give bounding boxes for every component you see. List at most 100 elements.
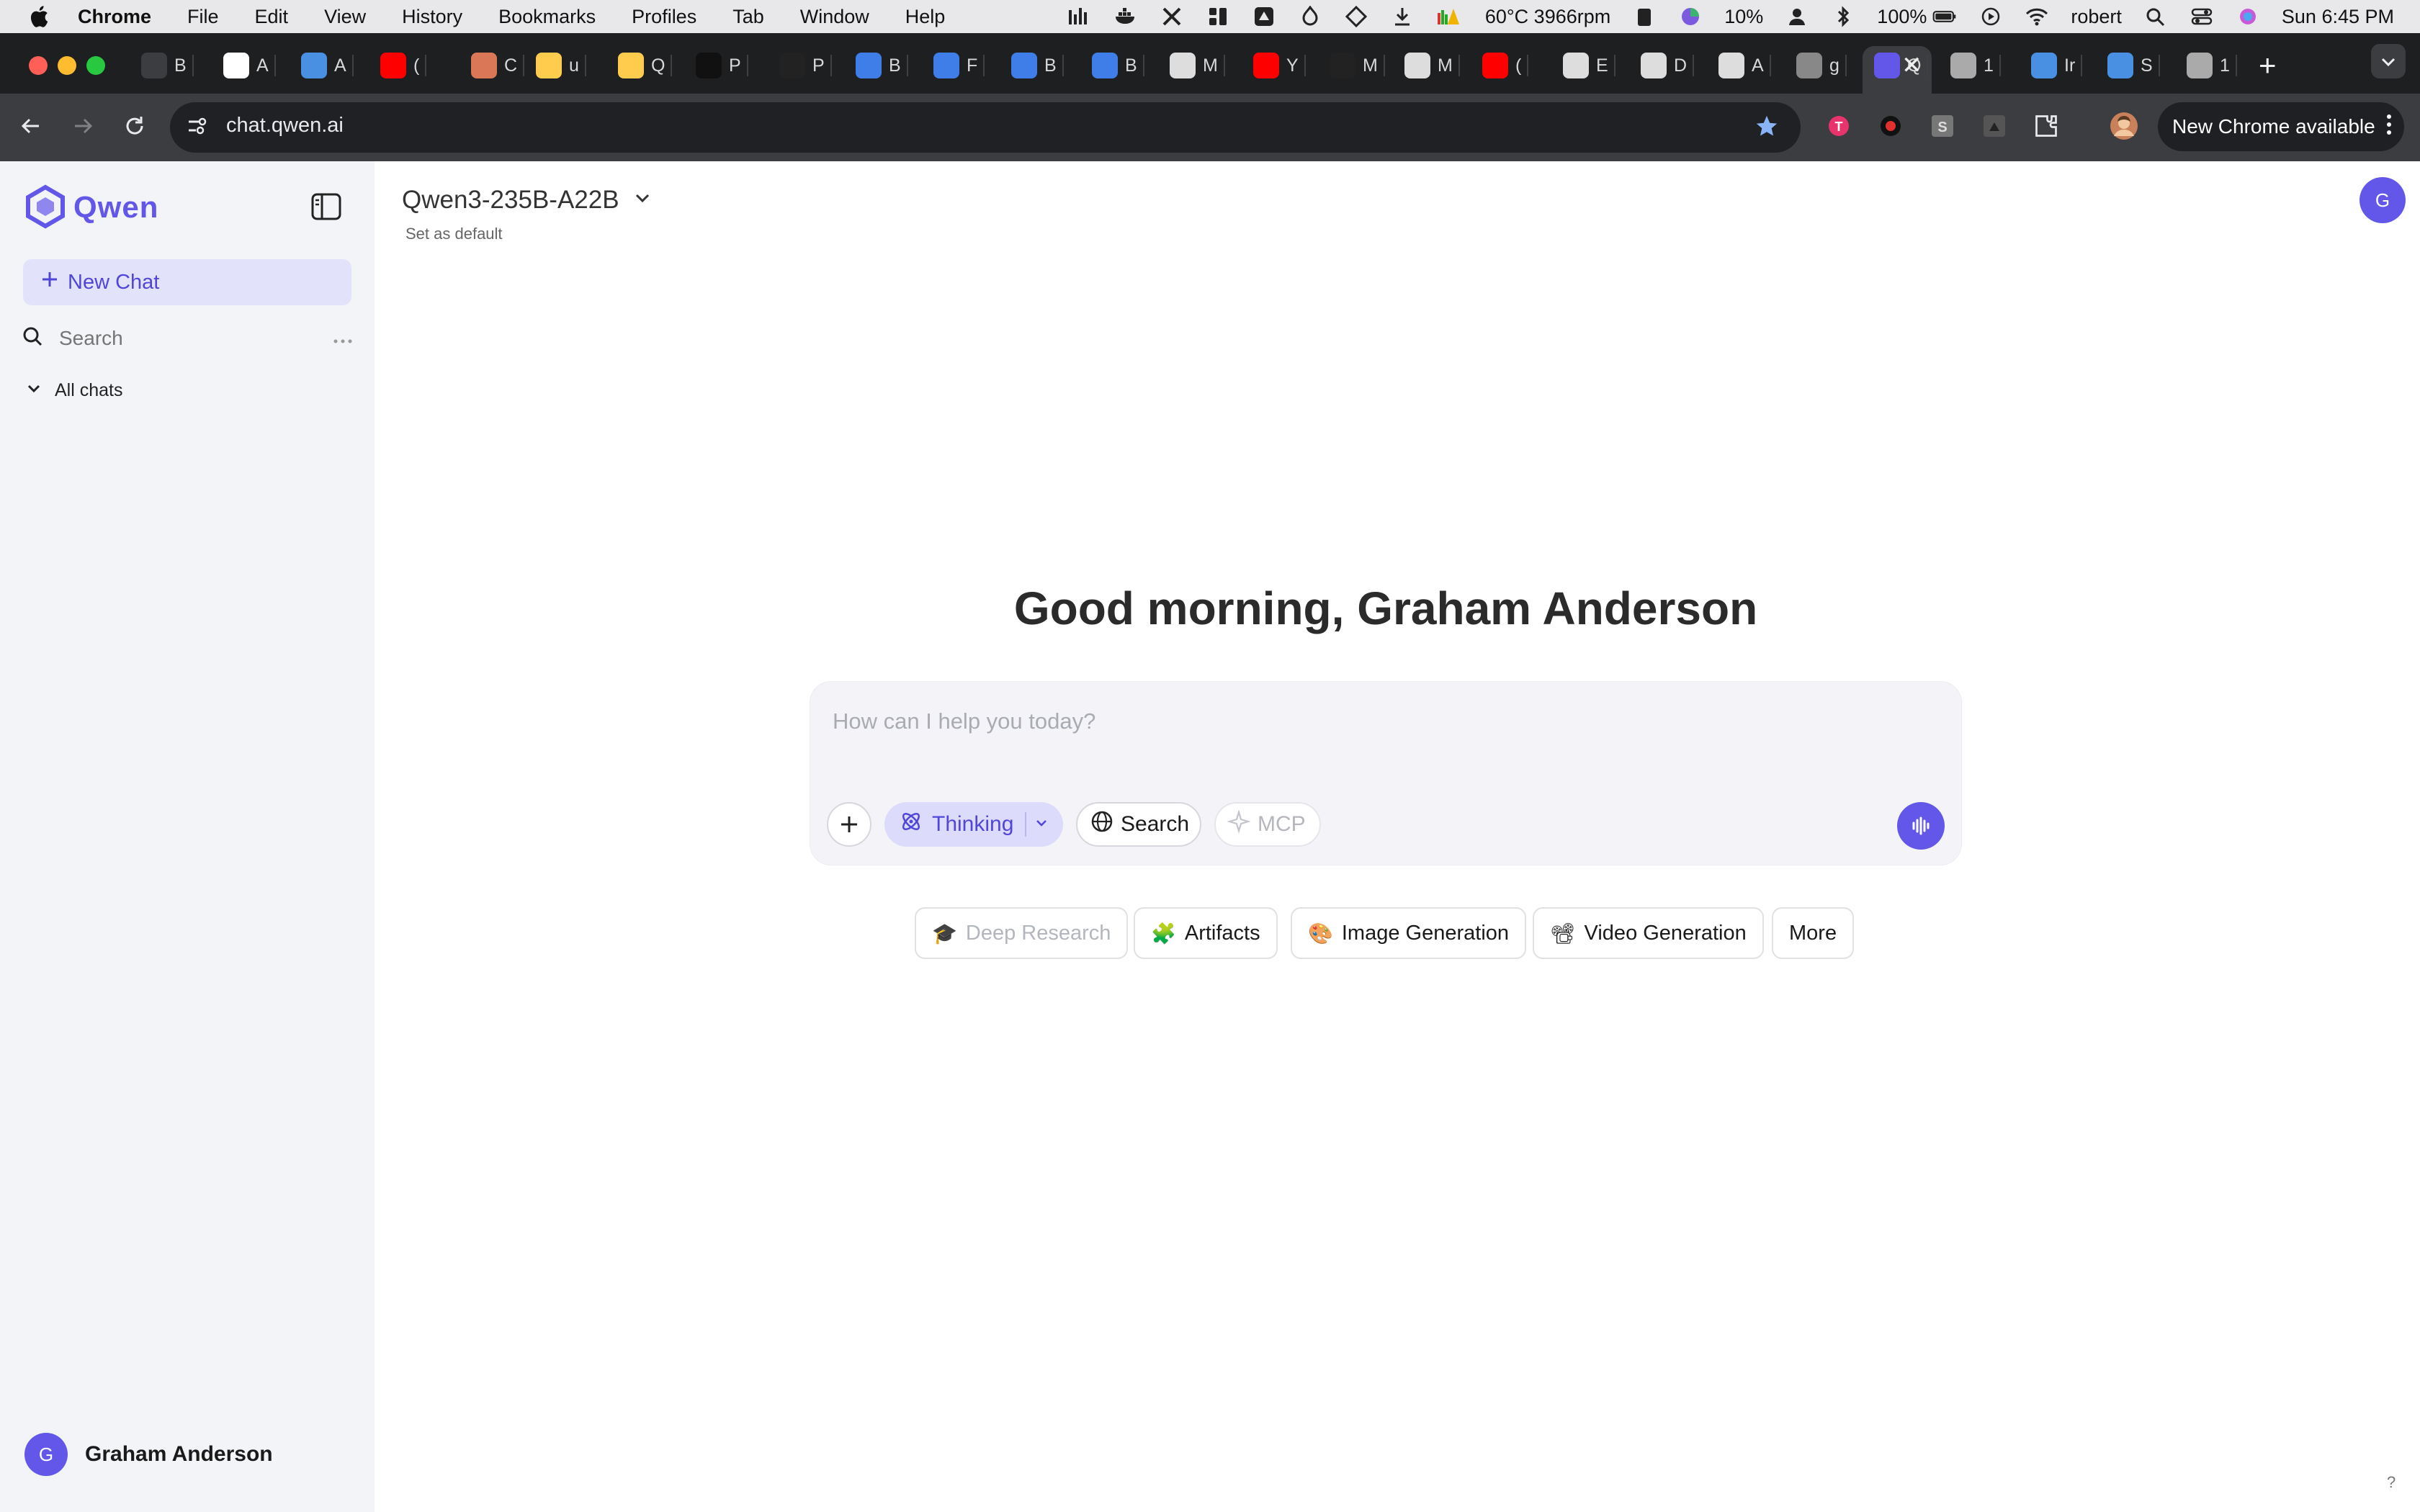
drive-icon[interactable] (1252, 6, 1276, 27)
browser-tab[interactable]: A (301, 48, 354, 84)
new-chat-button[interactable]: New Chat (23, 259, 351, 305)
browser-tab[interactable]: P (696, 48, 748, 84)
address-bar[interactable] (170, 102, 1801, 153)
search-input[interactable] (59, 327, 318, 350)
url-text[interactable]: chat.qwen.ai (226, 114, 344, 138)
browser-tab[interactable]: g (1796, 48, 1847, 84)
new-chrome-available-button[interactable]: New Chrome available (2158, 102, 2404, 151)
qwen-logo-text[interactable]: Qwen (73, 190, 158, 225)
voice-input-button[interactable] (1897, 802, 1945, 850)
extension-s-icon[interactable]: S (1926, 109, 1959, 143)
window-zoom-button[interactable] (86, 56, 105, 75)
window-close-button[interactable] (29, 56, 48, 75)
chevron-down-icon[interactable] (1034, 812, 1049, 837)
menu-edit[interactable]: Edit (255, 6, 289, 28)
sidebar-search[interactable] (22, 323, 353, 354)
battery-icon[interactable] (1932, 6, 1957, 27)
menu-profiles[interactable]: Profiles (632, 6, 696, 28)
reload-icon[interactable] (118, 109, 151, 143)
web-search-toggle[interactable]: Search (1076, 802, 1201, 847)
browser-tab[interactable]: B (1092, 48, 1144, 84)
menu-help[interactable]: Help (905, 6, 946, 28)
apple-icon[interactable] (27, 4, 53, 30)
menu-window[interactable]: Window (800, 6, 869, 28)
more-options-icon[interactable] (333, 327, 353, 350)
menu-bookmarks[interactable]: Bookmarks (498, 6, 596, 28)
browser-tab[interactable]: u (536, 48, 586, 84)
browser-tab[interactable]: C (471, 48, 525, 84)
menu-file[interactable]: File (187, 6, 219, 28)
attach-button[interactable] (827, 802, 871, 847)
artifacts-chip[interactable]: 🧩 Artifacts (1134, 907, 1278, 959)
user-name[interactable]: Graham Anderson (85, 1442, 273, 1467)
vpn-icon[interactable] (1344, 6, 1368, 27)
browser-tab[interactable]: 1 (1950, 48, 2001, 84)
browser-tab[interactable]: E (1563, 48, 1615, 84)
bluetooth-icon[interactable] (1831, 6, 1855, 27)
pie-chart-icon[interactable] (1678, 6, 1703, 27)
deep-research-chip[interactable]: 🎓 Deep Research (915, 907, 1129, 959)
image-generation-chip[interactable]: 🎨 Image Generation (1291, 907, 1527, 959)
account-avatar[interactable]: G (2360, 177, 2406, 223)
profile-avatar-icon[interactable] (2107, 109, 2141, 143)
tab-close-icon[interactable]: ✕ (1901, 48, 1922, 84)
temperature-readout[interactable]: 60°C 3966rpm (1485, 6, 1610, 28)
more-chip[interactable]: More (1772, 907, 1855, 959)
thinking-toggle[interactable]: Thinking (884, 802, 1063, 847)
browser-tab[interactable]: Ir (2031, 48, 2083, 84)
menu-tab[interactable]: Tab (732, 6, 764, 28)
browser-tab[interactable]: A (1718, 48, 1771, 84)
browser-tab[interactable]: 1 (2187, 48, 2237, 84)
extension-dark-icon[interactable] (1978, 109, 2011, 143)
username-readout[interactable]: robert (2071, 6, 2122, 28)
mcp-toggle[interactable]: MCP (1214, 802, 1321, 847)
spotlight-icon[interactable] (2143, 6, 2168, 27)
download-icon[interactable] (1390, 6, 1415, 27)
browser-tab[interactable]: Q (618, 48, 673, 84)
flame-icon[interactable] (1298, 6, 1322, 27)
set-as-default-link[interactable]: Set as default (405, 225, 503, 243)
clock-readout[interactable]: Sun 6:45 PM (2282, 6, 2394, 28)
browser-tab[interactable]: B (1011, 48, 1064, 84)
grid-app-icon[interactable] (1206, 6, 1230, 27)
sidebar-toggle-icon[interactable] (310, 190, 343, 227)
browser-tab[interactable]: M (1330, 48, 1385, 84)
window-minimize-button[interactable] (58, 56, 76, 75)
browser-tab[interactable]: ( (1482, 48, 1529, 84)
stats-icon[interactable] (1067, 6, 1092, 27)
new-tab-button[interactable]: + (2259, 48, 2277, 84)
extension-red-icon[interactable] (1874, 109, 1907, 143)
wifi-icon[interactable] (2025, 6, 2049, 27)
browser-tab[interactable]: ( (380, 48, 427, 84)
browser-tab[interactable]: D (1641, 48, 1695, 84)
kebab-menu-icon[interactable] (2385, 112, 2393, 142)
bookmark-star-icon[interactable] (1750, 109, 1783, 143)
person-icon[interactable] (1785, 6, 1809, 27)
battery-warning-icon[interactable] (1436, 6, 1461, 27)
qwen-logo-icon[interactable] (23, 184, 68, 233)
browser-tab[interactable]: B (856, 48, 908, 84)
tab-search-button[interactable] (2371, 43, 2406, 79)
browser-tab[interactable]: S (2107, 48, 2160, 84)
menu-history[interactable]: History (402, 6, 462, 28)
extension-t-icon[interactable]: T (1822, 109, 1855, 143)
all-chats-section[interactable]: All chats (26, 380, 122, 401)
clipboard-icon[interactable] (1632, 6, 1657, 27)
browser-tab[interactable]: B (141, 48, 194, 84)
siri-icon[interactable] (2236, 6, 2260, 27)
model-selector[interactable]: Qwen3-235B-A22B (402, 186, 653, 215)
browser-tab[interactable]: Y (1253, 48, 1306, 84)
browser-tab[interactable]: M (1404, 48, 1460, 84)
video-generation-chip[interactable]: 📽 Video Generation (1533, 907, 1764, 959)
user-avatar[interactable]: G (24, 1433, 68, 1476)
control-center-icon[interactable] (2190, 6, 2214, 27)
docker-icon[interactable] (1113, 6, 1138, 27)
back-icon[interactable] (14, 109, 48, 143)
prompt-input[interactable] (833, 704, 1841, 739)
extensions-puzzle-icon[interactable] (2030, 109, 2063, 143)
menu-app-name[interactable]: Chrome (78, 6, 151, 28)
tools-icon[interactable] (1160, 6, 1184, 27)
help-button[interactable]: ? (2387, 1473, 2396, 1492)
cpu-readout[interactable]: 10% (1724, 6, 1763, 28)
browser-tab[interactable]: A (223, 48, 276, 84)
